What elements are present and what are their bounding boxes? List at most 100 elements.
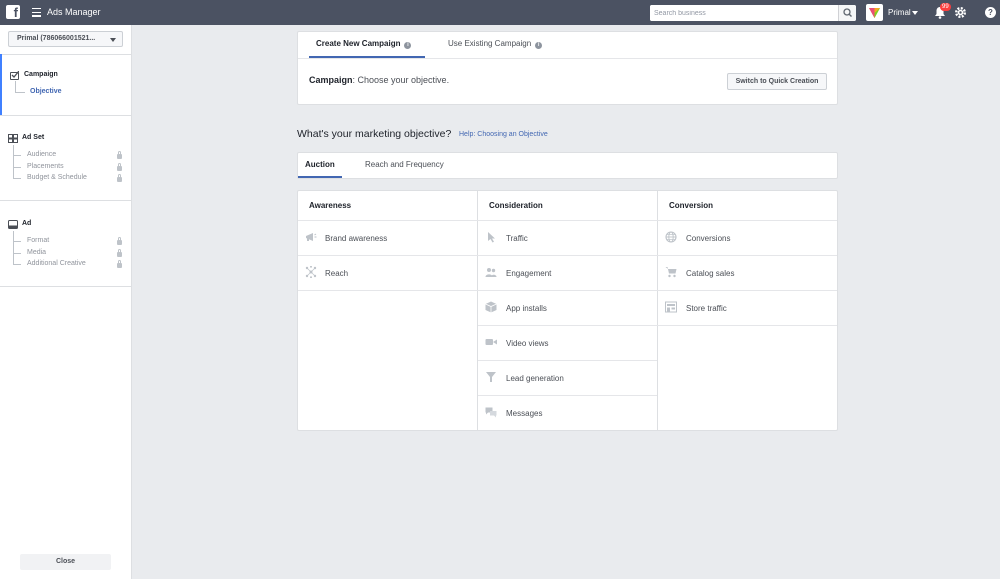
chevron-down-icon xyxy=(912,11,918,15)
tree-branch xyxy=(13,264,21,265)
objective-store-traffic[interactable]: Store traffic xyxy=(665,300,830,318)
close-button[interactable]: Close xyxy=(20,554,111,570)
chevron-down-icon xyxy=(110,38,116,42)
app-title[interactable]: Ads Manager xyxy=(47,7,101,17)
tab-label: Create New Campaign xyxy=(316,39,401,48)
active-section-indicator xyxy=(0,54,2,116)
objective-reach[interactable]: Reach xyxy=(305,265,470,283)
objective-label: Video views xyxy=(506,339,549,348)
tree-branch xyxy=(13,241,21,242)
switch-to-quick-creation-button[interactable]: Switch to Quick Creation xyxy=(727,73,827,90)
objective-engagement[interactable]: Engagement xyxy=(485,265,650,283)
tree-line xyxy=(13,231,14,264)
campaign-label-text: : Choose your objective. xyxy=(352,75,450,85)
objective-traffic[interactable]: Traffic xyxy=(485,230,650,248)
video-camera-icon xyxy=(485,339,497,345)
divider xyxy=(0,200,131,201)
ad-window-icon xyxy=(8,220,18,229)
objective-label: Conversions xyxy=(686,234,731,243)
search-input[interactable] xyxy=(650,5,838,21)
sidebar-item-format[interactable]: Format xyxy=(27,237,49,244)
account-name: Primal xyxy=(888,8,911,17)
objective-label: Engagement xyxy=(506,269,552,278)
info-icon[interactable]: i xyxy=(404,42,412,49)
store-icon xyxy=(665,301,677,313)
row-divider xyxy=(298,220,837,221)
sidebar-item-budget-schedule[interactable]: Budget & Schedule xyxy=(27,174,87,181)
megaphone-icon xyxy=(306,233,317,241)
funnel-icon xyxy=(486,372,496,382)
box-icon xyxy=(485,301,497,313)
tree-branch xyxy=(15,92,25,93)
tree-line xyxy=(13,145,14,178)
sidebar-item-audience[interactable]: Audience xyxy=(27,151,56,158)
sidebar-item-media[interactable]: Media xyxy=(27,249,46,256)
column-divider xyxy=(657,191,658,430)
campaign-checkbox-icon xyxy=(10,71,19,80)
ad-account-label: Primal (786066001521... xyxy=(17,35,96,42)
sidebar-item-additional-creative[interactable]: Additional Creative xyxy=(27,260,86,267)
objective-label: Store traffic xyxy=(686,304,727,313)
sidebar: Primal (786066001521... Campaign Objecti… xyxy=(0,25,132,579)
tab-label: Use Existing Campaign xyxy=(448,39,532,48)
objective-brand-awareness[interactable]: Brand awareness xyxy=(305,230,470,248)
search-button[interactable] xyxy=(838,5,856,21)
active-tab-indicator xyxy=(298,176,342,178)
objective-label: Lead generation xyxy=(506,374,564,383)
objective-video-views[interactable]: Video views xyxy=(485,335,650,353)
ad-set-grid-icon xyxy=(8,134,18,143)
lock-icon xyxy=(117,237,122,245)
hamburger-menu-icon[interactable] xyxy=(32,8,41,19)
help-icon[interactable]: ? xyxy=(985,7,996,18)
divider xyxy=(0,115,131,116)
sidebar-section-ad[interactable]: Ad xyxy=(22,220,31,227)
notification-badge: 99 xyxy=(940,3,951,11)
tree-branch xyxy=(13,167,21,168)
row-divider xyxy=(478,360,657,361)
objective-label: Traffic xyxy=(506,234,528,243)
tab-use-existing-campaign[interactable]: Use Existing Campaign i xyxy=(448,39,543,49)
info-icon[interactable]: i xyxy=(535,42,543,49)
tree-line xyxy=(15,81,16,92)
objective-messages[interactable]: Messages xyxy=(485,405,650,423)
sidebar-item-objective[interactable]: Objective xyxy=(30,88,62,95)
chat-bubbles-icon xyxy=(485,407,497,418)
lock-icon xyxy=(117,249,122,257)
ad-account-selector[interactable]: Primal (786066001521... xyxy=(8,31,123,47)
tree-branch xyxy=(13,178,21,179)
lock-icon xyxy=(117,163,122,171)
lock-icon xyxy=(117,174,122,182)
objective-conversions[interactable]: Conversions xyxy=(665,230,830,248)
sidebar-section-campaign[interactable]: Campaign xyxy=(24,71,58,78)
gear-icon[interactable] xyxy=(954,6,967,19)
tab-create-new-campaign[interactable]: Create New Campaign i xyxy=(316,39,412,49)
tab-reach-and-frequency[interactable]: Reach and Frequency xyxy=(365,160,444,169)
sidebar-section-ad-set[interactable]: Ad Set xyxy=(22,134,44,141)
campaign-label-bold: Campaign xyxy=(309,75,353,85)
lock-icon xyxy=(117,151,122,159)
objective-catalog-sales[interactable]: Catalog sales xyxy=(665,265,830,283)
objective-label: Catalog sales xyxy=(686,269,735,278)
objective-app-installs[interactable]: App installs xyxy=(485,300,650,318)
column-title-awareness: Awareness xyxy=(309,201,352,210)
search-box xyxy=(650,5,856,21)
objective-question: What's your marketing objective? xyxy=(297,128,452,140)
campaign-objective-heading: Campaign: Choose your objective. xyxy=(309,75,449,85)
tab-auction[interactable]: Auction xyxy=(305,160,335,169)
row-divider xyxy=(478,395,657,396)
divider xyxy=(298,58,837,59)
divider xyxy=(0,286,131,287)
column-title-consideration: Consideration xyxy=(489,201,543,210)
help-choosing-objective-link[interactable]: Help: Choosing an Objective xyxy=(459,131,548,138)
objective-label: Messages xyxy=(506,409,543,418)
objective-lead-generation[interactable]: Lead generation xyxy=(485,370,650,388)
sidebar-item-placements[interactable]: Placements xyxy=(27,163,64,170)
objective-label: Reach xyxy=(325,269,349,278)
people-icon xyxy=(485,268,497,277)
facebook-logo-icon[interactable]: f xyxy=(6,5,20,20)
globe-icon xyxy=(665,231,677,243)
column-title-conversion: Conversion xyxy=(669,201,714,210)
row-divider xyxy=(478,325,837,326)
objective-label: Brand awareness xyxy=(325,234,388,243)
tree-branch xyxy=(13,253,21,254)
